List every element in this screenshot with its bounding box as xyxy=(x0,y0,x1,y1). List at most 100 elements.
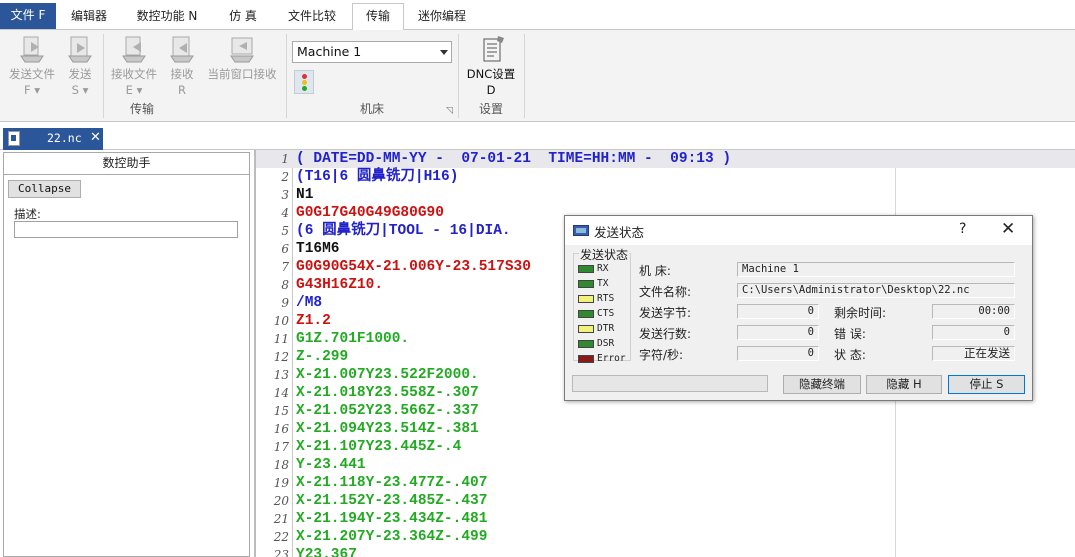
code-line[interactable]: 1 ( DATE=DD-MM-YY - 07-01-21 TIME=HH:MM -… xyxy=(256,150,1075,168)
help-icon[interactable]: ? xyxy=(959,221,966,237)
signal-name: TX xyxy=(597,278,609,289)
chevron-down-icon[interactable] xyxy=(440,50,448,55)
tab-nc-functions[interactable]: 数控功能 N xyxy=(122,4,212,30)
line-number: 14 xyxy=(273,386,289,400)
chars-per-sec-value: 0 xyxy=(737,346,819,361)
tab-transfer[interactable]: 传输 xyxy=(352,3,404,31)
receive-key: R xyxy=(178,83,186,97)
line-number: 7 xyxy=(281,260,289,274)
receive-current-window-button[interactable]: 当前窗口接收 xyxy=(204,34,280,82)
line-number: 15 xyxy=(273,404,289,418)
code-line[interactable]: 20 X-21.152Y-23.485Z-.437 xyxy=(256,492,1075,510)
receive-icon xyxy=(170,36,194,63)
close-icon[interactable]: ✕ xyxy=(1001,219,1015,239)
dialog-titlebar[interactable]: 发送状态 ? ✕ xyxy=(565,216,1032,245)
line-number: 22 xyxy=(273,530,289,544)
code-text: (6 圆鼻铣刀|TOOL - 16|DIA. xyxy=(296,223,511,239)
dnc-settings-icon xyxy=(483,36,504,62)
code-text: /M8 xyxy=(296,295,323,311)
document-tab-strip: 22.nc ✕ xyxy=(0,123,1075,150)
send-key: S ▾ xyxy=(71,83,89,97)
document-tab-name: 22.nc xyxy=(47,131,82,145)
code-line[interactable]: 21 X-21.194Y-23.434Z-.481 xyxy=(256,510,1075,528)
tab-file-compare[interactable]: 文件比较 xyxy=(274,4,350,30)
dialog-app-icon xyxy=(573,225,589,236)
send-file-key: F ▾ xyxy=(23,83,41,97)
led-icon xyxy=(578,265,594,273)
dialog-title: 发送状态 xyxy=(594,225,645,240)
code-text: X-21.107Y23.445Z-.4 xyxy=(296,439,462,455)
group-label-transfer: 传输 xyxy=(129,102,154,116)
state-value: 正在发送 xyxy=(932,346,1015,361)
tab-file[interactable]: 文件 F xyxy=(0,3,56,29)
collapse-button[interactable]: Collapse xyxy=(8,180,81,198)
line-number: 18 xyxy=(273,458,289,472)
panel-title: 数控助手 xyxy=(4,153,249,175)
dnc-settings-key: D xyxy=(486,83,496,97)
filename-value: C:\Users\Administrator\Desktop\22.nc xyxy=(737,283,1015,298)
led-icon xyxy=(578,355,594,363)
hide-terminal-button[interactable]: 隐藏终端 xyxy=(783,375,861,394)
led-icon xyxy=(578,280,594,288)
group-label-settings: 设置 xyxy=(478,102,503,116)
stop-button[interactable]: 停止 S xyxy=(948,375,1025,394)
code-text: G0G17G40G49G80G90 xyxy=(296,205,444,221)
description-input[interactable] xyxy=(14,221,238,238)
code-line[interactable]: 22 X-21.207Y-23.364Z-.499 xyxy=(256,528,1075,546)
code-line[interactable]: 17 X-21.107Y23.445Z-.4 xyxy=(256,438,1075,456)
led-icon xyxy=(578,340,594,348)
close-icon[interactable]: ✕ xyxy=(90,130,101,145)
bytes-sent-label: 发送字节: xyxy=(639,306,692,320)
code-line[interactable]: 23 Y23.367 xyxy=(256,546,1075,557)
code-text: X-21.152Y-23.485Z-.437 xyxy=(296,493,488,509)
traffic-light-icon[interactable] xyxy=(294,70,314,94)
lines-sent-value: 0 xyxy=(737,325,819,340)
signal-name: Error xyxy=(597,353,626,364)
code-text: X-21.194Y-23.434Z-.481 xyxy=(296,511,488,527)
code-text: Z-.299 xyxy=(296,349,349,365)
line-number: 2 xyxy=(281,170,289,184)
machine-select[interactable]: Machine 1 xyxy=(292,41,452,63)
signal-status-group-label: 发送状态 xyxy=(579,246,630,263)
tab-editor[interactable]: 编辑器 xyxy=(58,4,120,30)
send-icon xyxy=(68,36,92,63)
line-number: 8 xyxy=(281,278,289,292)
send-label: 发送 xyxy=(68,67,92,81)
led-icon xyxy=(578,295,594,303)
machine-label: 机 床: xyxy=(639,264,671,278)
document-tab[interactable]: 22.nc ✕ xyxy=(3,128,103,150)
code-line[interactable]: 16 X-21.094Y23.514Z-.381 xyxy=(256,420,1075,438)
tab-mini-programming[interactable]: 迷你编程 xyxy=(406,4,478,30)
receive-file-button[interactable]: 接收文件 E ▾ xyxy=(108,34,160,98)
dnc-settings-button[interactable]: DNC设置 D xyxy=(462,34,520,98)
remaining-time-label: 剩余时间: xyxy=(834,306,887,320)
receive-current-window-label: 当前窗口接收 xyxy=(207,67,277,81)
chars-per-sec-label: 字符/秒: xyxy=(639,348,684,362)
code-line[interactable]: 3 N1 xyxy=(256,186,1075,204)
line-number: 23 xyxy=(273,548,289,557)
description-label: 描述: xyxy=(14,207,41,221)
code-line[interactable]: 2 (T16|6 圆鼻铣刀|H16) xyxy=(256,168,1075,186)
line-number: 10 xyxy=(273,314,289,328)
tab-simulation[interactable]: 仿 真 xyxy=(214,4,272,30)
code-text: X-21.052Y23.566Z-.337 xyxy=(296,403,479,419)
led-icon xyxy=(578,310,594,318)
code-line[interactable]: 18 Y-23.441 xyxy=(256,456,1075,474)
hide-button[interactable]: 隐藏 H xyxy=(866,375,942,394)
code-text: X-21.207Y-23.364Z-.499 xyxy=(296,529,488,545)
code-line[interactable]: 19 X-21.118Y-23.477Z-.407 xyxy=(256,474,1075,492)
line-number: 5 xyxy=(281,224,289,238)
code-text: G0G90G54X-21.006Y-23.517S30 xyxy=(296,259,531,275)
send-file-icon xyxy=(20,36,44,63)
ribbon: 发送文件 F ▾ 发送 S ▾ 接收文件 E ▾ 接收 R 当前窗口接收 传输 … xyxy=(0,30,1075,122)
code-text: X-21.007Y23.522F2000. xyxy=(296,367,479,383)
receive-button[interactable]: 接收 R xyxy=(164,34,200,98)
code-line[interactable]: 15 X-21.052Y23.566Z-.337 xyxy=(256,402,1075,420)
send-file-button[interactable]: 发送文件 F ▾ xyxy=(4,34,60,98)
dnc-settings-label: DNC设置 xyxy=(466,67,516,81)
nc-assistant-panel: 数控助手 Collapse 描述: xyxy=(3,152,250,557)
send-button[interactable]: 发送 S ▾ xyxy=(62,34,98,98)
dialog-launcher-icon[interactable]: ◹ xyxy=(446,106,453,116)
line-number: 19 xyxy=(273,476,289,490)
code-text: Z1.2 xyxy=(296,313,331,329)
